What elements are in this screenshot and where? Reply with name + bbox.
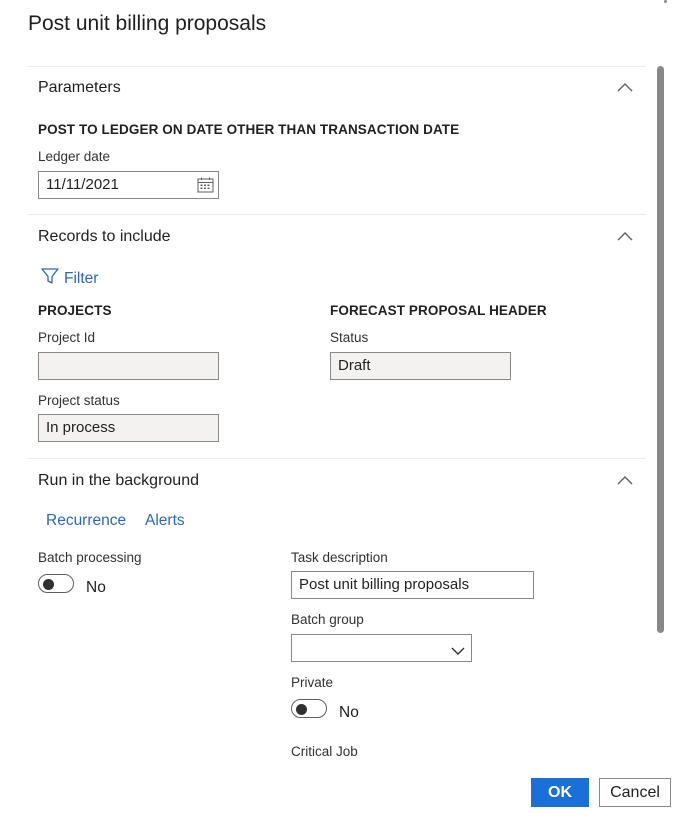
batch-group-select[interactable] [291,634,472,662]
private-value: No [339,704,359,721]
forecast-group-label: FORECAST PROPOSAL HEADER [330,303,547,318]
batch-processing-toggle[interactable] [38,574,74,593]
project-status-input[interactable]: In process [38,414,219,442]
dialog-title: Post unit billing proposals [28,12,267,35]
batch-processing-value: No [86,579,106,596]
project-status-label: Project status [38,393,120,408]
filter-button[interactable]: Filter [41,268,98,290]
chevron-up-icon[interactable] [617,82,633,98]
ledger-date-value: 11/11/2021 [46,176,119,193]
section-divider [28,66,646,67]
chevron-down-icon[interactable] [451,643,465,655]
task-description-input[interactable]: Post unit billing proposals [291,571,534,599]
filter-icon [41,268,59,290]
project-id-input[interactable] [38,352,219,380]
recurrence-link[interactable]: Recurrence [46,512,126,530]
parameters-header[interactable]: Parameters [38,79,121,97]
private-label: Private [291,675,334,690]
ledger-date-label: Ledger date [38,149,111,164]
status-label: Status [330,330,369,345]
corner-indicator [664,0,667,3]
ledger-group-label: POST TO LEDGER ON DATE OTHER THAN TRANSA… [38,122,460,137]
scrollbar-thumb[interactable] [657,66,664,633]
critical-job-label: Critical Job [291,744,358,759]
toggle-knob [296,703,307,715]
filter-label: Filter [64,270,99,287]
status-input[interactable]: Draft [330,352,511,380]
chevron-up-icon[interactable] [617,231,633,247]
background-header[interactable]: Run in the background [38,472,199,490]
private-toggle[interactable] [291,699,327,718]
ledger-date-input[interactable]: 11/11/2021 [38,171,219,199]
task-description-label: Task description [291,550,388,565]
toggle-knob [43,578,54,590]
alerts-link[interactable]: Alerts [145,512,185,530]
section-divider [28,458,646,459]
ok-button[interactable]: OK [531,778,589,807]
records-header[interactable]: Records to include [38,228,171,246]
batch-group-label: Batch group [291,612,364,627]
project-id-label: Project Id [38,330,96,345]
calendar-icon[interactable] [197,177,214,193]
projects-group-label: PROJECTS [38,303,112,318]
batch-processing-label: Batch processing [38,550,142,565]
section-divider [28,214,646,215]
cancel-button[interactable]: Cancel [599,778,671,807]
chevron-up-icon[interactable] [617,475,633,491]
